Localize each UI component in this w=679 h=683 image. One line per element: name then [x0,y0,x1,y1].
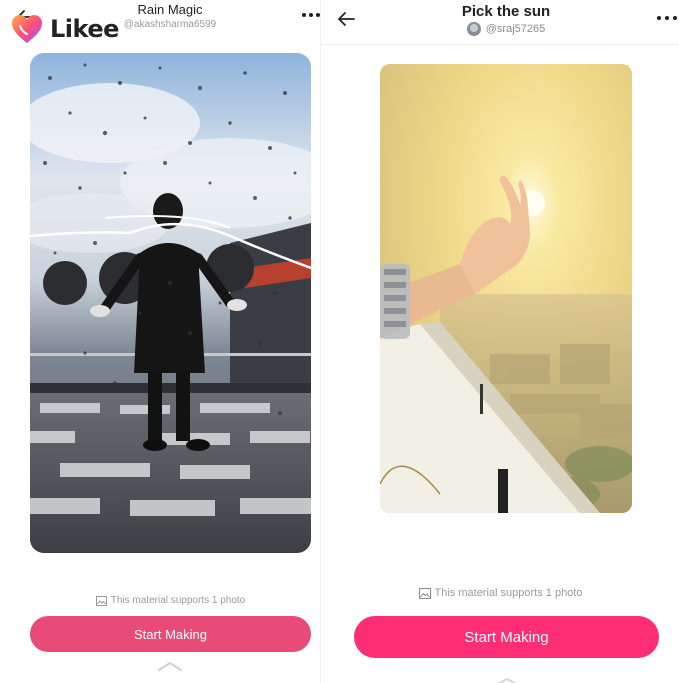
chevron-up-icon[interactable] [157,660,183,672]
back-arrow-icon[interactable] [335,8,357,30]
material-support-note: This material supports 1 photo [30,595,311,606]
username[interactable]: @sraj57265 [486,22,545,36]
photo-icon [418,587,431,599]
rain-magic-preview-image[interactable] [30,53,311,553]
likee-logo-heart-icon [12,15,42,43]
user-row[interactable]: @sraj57265 [431,22,581,36]
page-title: Rain Magic [137,2,203,17]
start-making-button[interactable]: Start Making [354,616,659,658]
likee-logo-text: Likee [50,15,119,43]
photo-icon [95,595,107,606]
material-support-note: This material supports 1 photo [341,587,660,599]
material-support-text: This material supports 1 photo [434,587,583,599]
right-screen: Pick the sun @sraj57265 This material su… [320,0,679,683]
chevron-up-icon[interactable] [494,676,520,683]
username[interactable]: @akashsharma6599 [110,18,230,32]
left-screen: Likee Rain Magic @akashsharma6599 This m… [0,0,320,683]
material-support-text: This material supports 1 photo [110,595,246,606]
header-title-block: Rain Magic @akashsharma6599 [110,2,230,32]
more-dots-icon [302,13,306,17]
pick-the-sun-preview-image[interactable] [380,64,632,513]
likee-logo: Likee [10,12,119,46]
more-options-button[interactable] [302,8,320,22]
header-title-block: Pick the sun @sraj57265 [431,3,581,36]
avatar [466,22,481,36]
header-divider [321,44,679,45]
start-making-button[interactable]: Start Making [30,616,311,652]
more-dots-icon [657,16,661,20]
more-options-button[interactable] [657,11,677,25]
page-title: Pick the sun [461,3,551,20]
